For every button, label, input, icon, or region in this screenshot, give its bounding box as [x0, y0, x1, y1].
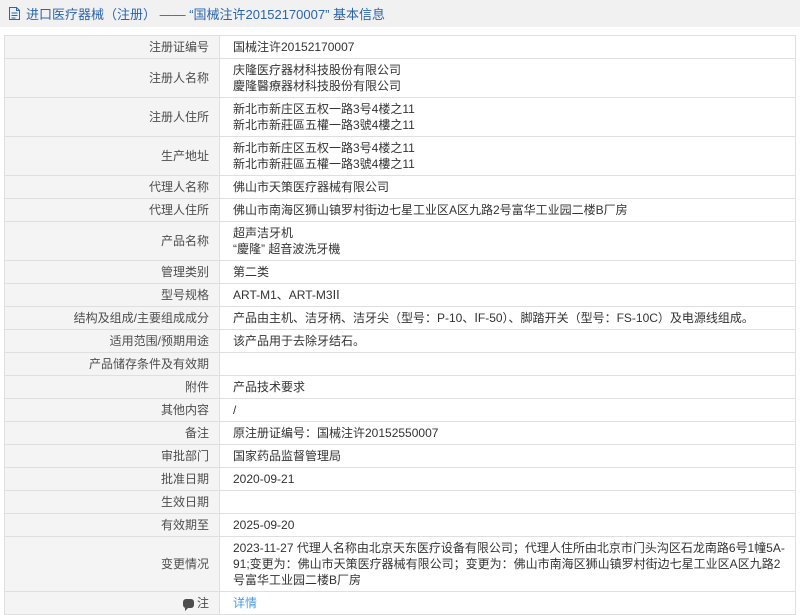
- row-value-line: 2025-09-20: [233, 517, 785, 533]
- table-row: 产品储存条件及有效期: [5, 353, 796, 376]
- row-label: 结构及组成/主要组成成分: [5, 307, 220, 330]
- row-value: [220, 353, 796, 376]
- row-label: 附件: [5, 376, 220, 399]
- table-row: 批准日期 2020-09-21: [5, 468, 796, 491]
- row-value: 新北市新庄区五权一路3号4楼之11新北市新莊區五權一路3號4樓之11: [220, 98, 796, 137]
- row-value-line: 产品由主机、洁牙柄、洁牙尖（型号：P-10、ⅠF-50）、脚踏开关（型号：FS-…: [233, 310, 785, 326]
- row-value-line: 国械注许20152170007: [233, 39, 785, 55]
- row-value-line: 新北市新庄区五权一路3号4楼之11: [233, 140, 785, 156]
- table-row: 代理人住所佛山市南海区狮山镇罗村街边七星工业区A区九路2号富华工业园二楼B厂房: [5, 199, 796, 222]
- page-header: 进口医疗器械（注册） —— “国械注许20152170007” 基本信息: [0, 0, 800, 27]
- row-value: 2020-09-21: [220, 468, 796, 491]
- row-label: 代理人名称: [5, 176, 220, 199]
- row-label: 备注: [5, 422, 220, 445]
- row-label: 生产地址: [5, 137, 220, 176]
- row-value-line: 国家药品监督管理局: [233, 448, 785, 464]
- row-value: 国家药品监督管理局: [220, 445, 796, 468]
- row-value-line: 庆隆医疗器材科技股份有限公司: [233, 62, 785, 78]
- table-row: 其他内容 /: [5, 399, 796, 422]
- row-label: 变更情况: [5, 537, 220, 592]
- row-label: 批准日期: [5, 468, 220, 491]
- row-value-line: 新北市新莊區五權一路3號4樓之11: [233, 117, 785, 133]
- table-row: 代理人名称佛山市天策医疗器械有限公司: [5, 176, 796, 199]
- row-value-line: 原注册证编号：国械注许20152550007: [233, 425, 785, 441]
- table-row: 注册证编号国械注许20152170007: [5, 36, 796, 59]
- details-link[interactable]: 详情: [233, 596, 257, 610]
- row-value: 2025-09-20: [220, 514, 796, 537]
- row-value-line: [233, 494, 785, 510]
- row-label: 管理类别: [5, 261, 220, 284]
- row-value: 国械注许20152170007: [220, 36, 796, 59]
- row-value: ART-M1、ART-M3ⅠⅠ: [220, 284, 796, 307]
- row-value-line: 慶隆醫療器材科技股份有限公司: [233, 78, 785, 94]
- table-row: 审批部门国家药品监督管理局: [5, 445, 796, 468]
- row-value-line: 第二类: [233, 264, 785, 280]
- row-value: 庆隆医疗器材科技股份有限公司慶隆醫療器材科技股份有限公司: [220, 59, 796, 98]
- row-value-line: 产品技术要求: [233, 379, 785, 395]
- row-label: 有效期至: [5, 514, 220, 537]
- row-value-line: [233, 356, 785, 372]
- row-value: 2023-11-27 代理人名称由北京天东医疗设备有限公司；代理人住所由北京市门…: [220, 537, 796, 592]
- row-value: 产品由主机、洁牙柄、洁牙尖（型号：P-10、ⅠF-50）、脚踏开关（型号：FS-…: [220, 307, 796, 330]
- table-row: 注册人名称庆隆医疗器材科技股份有限公司慶隆醫療器材科技股份有限公司: [5, 59, 796, 98]
- row-label: 型号规格: [5, 284, 220, 307]
- table-row: 适用范围/预期用途该产品用于去除牙结石。: [5, 330, 796, 353]
- note-icon: [183, 599, 194, 608]
- table-row: 产品名称超声洁牙机“慶隆” 超音波洗牙機: [5, 222, 796, 261]
- row-label: 代理人住所: [5, 199, 220, 222]
- row-value: /: [220, 399, 796, 422]
- info-table-body: 注册证编号国械注许20152170007注册人名称庆隆医疗器材科技股份有限公司慶…: [5, 36, 796, 615]
- row-value-line: 2020-09-21: [233, 471, 785, 487]
- row-value: 超声洁牙机“慶隆” 超音波洗牙機: [220, 222, 796, 261]
- table-row: 结构及组成/主要组成成分产品由主机、洁牙柄、洁牙尖（型号：P-10、ⅠF-50）…: [5, 307, 796, 330]
- row-value-line: 2023-11-27 代理人名称由北京天东医疗设备有限公司；代理人住所由北京市门…: [233, 540, 785, 588]
- row-value: 新北市新庄区五权一路3号4楼之11新北市新莊區五權一路3號4樓之11: [220, 137, 796, 176]
- table-row: 注册人住所新北市新庄区五权一路3号4楼之11新北市新莊區五權一路3號4樓之11: [5, 98, 796, 137]
- table-row: 备注原注册证编号：国械注许20152550007: [5, 422, 796, 445]
- row-value: 产品技术要求: [220, 376, 796, 399]
- row-label: 审批部门: [5, 445, 220, 468]
- table-row: 生效日期: [5, 491, 796, 514]
- row-label: 注册人名称: [5, 59, 220, 98]
- row-label: 其他内容: [5, 399, 220, 422]
- row-value: 该产品用于去除牙结石。: [220, 330, 796, 353]
- row-label: 适用范围/预期用途: [5, 330, 220, 353]
- info-table: 注册证编号国械注许20152170007注册人名称庆隆医疗器材科技股份有限公司慶…: [4, 35, 796, 615]
- row-value-line: ART-M1、ART-M3ⅠⅠ: [233, 287, 785, 303]
- row-label: 产品储存条件及有效期: [5, 353, 220, 376]
- registration-info-panel: 注册证编号国械注许20152170007注册人名称庆隆医疗器材科技股份有限公司慶…: [4, 35, 796, 615]
- table-row: 变更情况 2023-11-27 代理人名称由北京天东医疗设备有限公司；代理人住所由…: [5, 537, 796, 592]
- row-value-line: /: [233, 402, 785, 418]
- row-value-line: 超声洁牙机: [233, 225, 785, 241]
- row-value-line: 该产品用于去除牙结石。: [233, 333, 785, 349]
- table-row: 有效期至 2025-09-20: [5, 514, 796, 537]
- row-label: 注册人住所: [5, 98, 220, 137]
- row-label: 产品名称: [5, 222, 220, 261]
- row-value-line: “慶隆” 超音波洗牙機: [233, 241, 785, 257]
- row-value-line: 佛山市南海区狮山镇罗村街边七星工业区A区九路2号富华工业园二楼B厂房: [233, 202, 785, 218]
- table-row: 管理类别第二类: [5, 261, 796, 284]
- table-row: 型号规格 ART-M1、ART-M3ⅠⅠ: [5, 284, 796, 307]
- row-value-line: 佛山市天策医疗器械有限公司: [233, 179, 785, 195]
- row-label: 注册证编号: [5, 36, 220, 59]
- table-row: 生产地址新北市新庄区五权一路3号4楼之11新北市新莊區五權一路3號4樓之11: [5, 137, 796, 176]
- row-value: 原注册证编号：国械注许20152550007: [220, 422, 796, 445]
- row-value: 佛山市南海区狮山镇罗村街边七星工业区A区九路2号富华工业园二楼B厂房: [220, 199, 796, 222]
- row-value: 佛山市天策医疗器械有限公司: [220, 176, 796, 199]
- row-value: [220, 491, 796, 514]
- page-title: 进口医疗器械（注册） —— “国械注许20152170007” 基本信息: [26, 4, 385, 23]
- row-value: 第二类: [220, 261, 796, 284]
- table-row: 附件产品技术要求: [5, 376, 796, 399]
- document-icon: [8, 6, 21, 21]
- row-label: 生效日期: [5, 491, 220, 514]
- row-value-line: 新北市新莊區五權一路3號4樓之11: [233, 156, 785, 172]
- row-value-line: 新北市新庄区五权一路3号4楼之11: [233, 101, 785, 117]
